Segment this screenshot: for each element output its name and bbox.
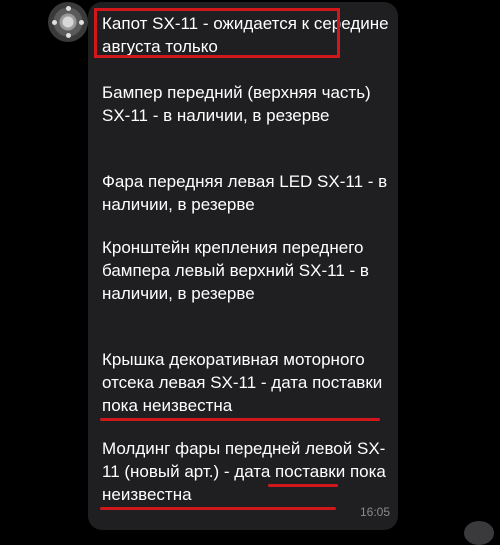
avatar-ornament xyxy=(66,6,71,11)
avatar-ornament xyxy=(52,20,57,25)
message-timestamp: 16:05 xyxy=(359,505,390,519)
message-line-bracket: Кронштейн крепления переднего бампера ле… xyxy=(102,238,369,303)
scroll-down-button[interactable] xyxy=(464,521,494,545)
underline-annotation xyxy=(268,484,338,487)
message-line-molding: Молдинг фары передней левой SX-11 (новый… xyxy=(102,439,386,504)
avatar-ornament xyxy=(79,20,84,25)
message-line-headlight: Фара передняя левая LED SX-11 - в наличи… xyxy=(102,172,388,214)
message-line-engine-cover: Крышка декоративная моторного отсека лев… xyxy=(102,350,383,415)
message-line-bumper: Бампер передний (верхняя часть) SX-11 - … xyxy=(102,83,371,125)
avatar-ornament xyxy=(66,33,71,38)
sender-avatar[interactable] xyxy=(48,2,88,42)
highlight-box xyxy=(94,8,340,58)
underline-annotation xyxy=(100,507,336,510)
underline-annotation xyxy=(100,418,380,421)
